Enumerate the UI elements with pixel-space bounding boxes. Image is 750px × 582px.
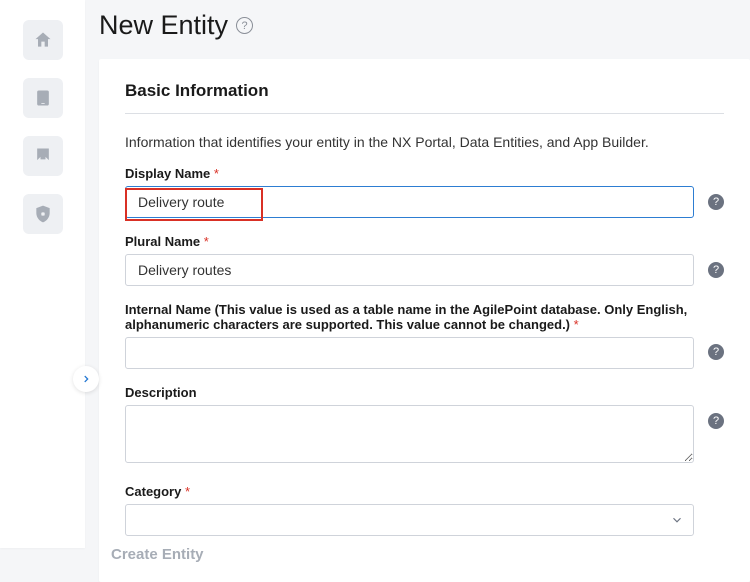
basic-info-card: Basic Information Information that ident… xyxy=(99,59,750,582)
required-marker: * xyxy=(181,484,190,499)
section-description: Information that identifies your entity … xyxy=(125,134,724,150)
main-content: New Entity ? Basic Information Informati… xyxy=(99,0,750,579)
display-name-field: Display Name * ? xyxy=(125,166,724,218)
plural-name-field: Plural Name * ? xyxy=(125,234,724,286)
section-title: Basic Information xyxy=(125,81,724,101)
sidebar xyxy=(0,0,85,548)
category-select[interactable] xyxy=(125,504,694,536)
chevron-right-icon xyxy=(81,374,91,384)
nav-home[interactable] xyxy=(23,20,63,60)
internal-name-field: Internal Name (This value is used as a t… xyxy=(125,302,724,369)
description-field: Description ? xyxy=(125,385,724,468)
download-icon xyxy=(33,146,53,166)
display-name-help-icon[interactable]: ? xyxy=(708,194,724,210)
nav-download[interactable] xyxy=(23,136,63,176)
required-marker: * xyxy=(200,234,209,249)
create-entity-button[interactable]: Create Entity xyxy=(111,546,204,563)
internal-name-label: Internal Name (This value is used as a t… xyxy=(125,302,694,332)
description-label: Description xyxy=(125,385,694,400)
nav-security[interactable] xyxy=(23,194,63,234)
internal-name-help-icon[interactable]: ? xyxy=(708,344,724,360)
required-marker: * xyxy=(210,166,219,181)
page-help-icon[interactable]: ? xyxy=(236,17,253,34)
page-title: New Entity xyxy=(99,10,228,41)
internal-name-input[interactable] xyxy=(125,337,694,369)
home-icon xyxy=(33,30,53,50)
display-name-label: Display Name * xyxy=(125,166,694,181)
plural-name-help-icon[interactable]: ? xyxy=(708,262,724,278)
category-select-wrap xyxy=(125,504,694,536)
section-divider xyxy=(125,113,724,114)
category-label: Category * xyxy=(125,484,694,499)
sidebar-expand-toggle[interactable] xyxy=(73,366,99,392)
required-marker: * xyxy=(570,317,579,332)
tablet-icon xyxy=(33,88,53,108)
plural-name-label: Plural Name * xyxy=(125,234,694,249)
category-field: Category * xyxy=(125,484,724,536)
page-title-row: New Entity ? xyxy=(99,0,750,59)
description-help-icon[interactable]: ? xyxy=(708,413,724,429)
description-input[interactable] xyxy=(125,405,694,463)
nav-tablet[interactable] xyxy=(23,78,63,118)
shield-lock-icon xyxy=(33,204,53,224)
plural-name-input[interactable] xyxy=(125,254,694,286)
display-name-input[interactable] xyxy=(125,186,694,218)
